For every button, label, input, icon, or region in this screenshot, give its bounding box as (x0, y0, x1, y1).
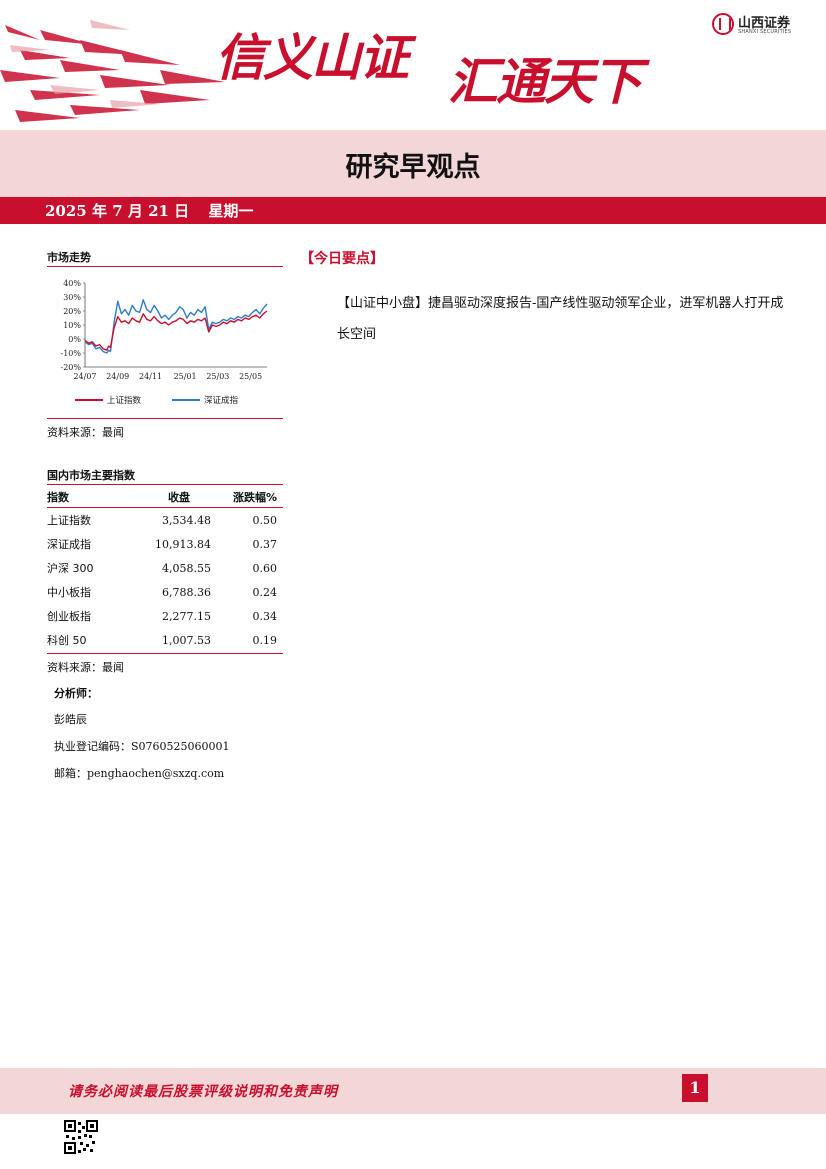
key-point-item[interactable]: 【山证中小盘】捷昌驱动深度报告-国产线性驱动领军企业，进军机器人打开成长空间 (337, 288, 787, 350)
table-row: 中小板指 6,788.36 0.24 (47, 580, 283, 604)
analyst-license: 执业登记编码：S0760525060001 (54, 740, 230, 753)
header-close: 收盘 (168, 491, 190, 504)
index-close: 2,277.15 (162, 609, 211, 623)
report-date: 2025 年 7 月 21 日 (45, 202, 190, 220)
key-points-title: 【今日要点】 (300, 251, 384, 267)
index-change: 0.24 (252, 585, 278, 599)
footer-disclaimer[interactable]: 请务必阅读最后股票评级说明和免责声明 (68, 1081, 338, 1101)
index-change: 0.60 (252, 561, 278, 575)
index-close: 10,913.84 (155, 537, 211, 551)
chart-x-tick-label: 24/07 (73, 372, 96, 381)
index-close: 3,534.48 (162, 513, 211, 527)
table-row: 深证成指 10,913.84 0.37 (47, 532, 283, 556)
index-change: 0.50 (252, 513, 278, 527)
chart-y-tick-label: -10% (61, 349, 82, 358)
index-close: 1,007.53 (162, 633, 211, 647)
chart-legend-label: 上证指数 (107, 395, 142, 406)
divider (47, 418, 283, 419)
date-line: 2025 年 7 月 21 日 星期一 (45, 200, 267, 221)
chart-y-tick-label: 20% (63, 307, 81, 316)
indices-source: 资料来源：最闻 (47, 661, 124, 674)
chart-y-tick-label: 40% (63, 279, 81, 288)
chart-x-tick-label: 25/01 (174, 372, 197, 381)
chart-x-tick-label: 24/11 (139, 372, 162, 381)
divider (47, 484, 283, 485)
index-close: 6,788.36 (162, 585, 211, 599)
index-change: 0.19 (252, 633, 278, 647)
table-row: 上证指数 3,534.48 0.50 (47, 508, 283, 532)
analyst-email[interactable]: 邮箱：penghaochen@sxzq.com (54, 765, 224, 781)
analyst-name: 彭皓辰 (54, 713, 87, 726)
chart-y-tick-label: 10% (63, 321, 81, 330)
chart-y-tick-label: 0% (68, 335, 81, 344)
logo-en-text: SHANXI SECURITIES (738, 29, 792, 35)
header-change: 涨跌幅% (232, 491, 277, 504)
chart-x-tick-label: 24/09 (106, 372, 129, 381)
index-name: 创业板指 (47, 610, 91, 623)
report-weekday: 星期一 (208, 202, 254, 220)
qr-code-icon (64, 1120, 98, 1154)
index-name: 科创 50 (47, 634, 87, 647)
chart-x-tick-label: 25/03 (206, 372, 229, 381)
page-number: 1 (682, 1074, 708, 1102)
report-title: 研究早观点 (345, 152, 481, 183)
divider (47, 653, 283, 654)
chart-y-tick-label: -20% (61, 363, 82, 372)
slogan-part2: 汇通天下 (448, 53, 642, 111)
index-name: 中小板指 (47, 586, 91, 599)
index-close: 4,058.55 (162, 561, 211, 575)
index-change: 0.37 (252, 537, 278, 551)
index-name: 沪深 300 (47, 562, 94, 575)
chart-x-tick-label: 25/05 (239, 372, 262, 381)
index-name: 上证指数 (47, 514, 91, 527)
red-arrows-decoration (0, 20, 225, 122)
indices-table-header: 指数 收盘 涨跌幅% (47, 487, 283, 508)
divider (47, 266, 283, 267)
chart-source: 资料来源：最闻 (47, 426, 124, 439)
indices-title: 国内市场主要指数 (47, 469, 135, 482)
header-index: 指数 (47, 491, 69, 504)
company-logo: 山西证券 SHANXI SECURITIES (712, 12, 812, 38)
table-row: 创业板指 2,277.15 0.34 (47, 604, 283, 628)
table-row: 科创 50 1,007.53 0.19 (47, 628, 283, 652)
analyst-label: 分析师： (54, 687, 98, 700)
index-change: 0.34 (252, 609, 278, 623)
indices-table: 指数 收盘 涨跌幅% 上证指数 3,534.48 0.50 深证成指 10,91… (47, 487, 283, 652)
chart-y-tick-label: 30% (63, 293, 81, 302)
market-trend-title: 市场走势 (47, 251, 91, 264)
market-trend-chart: 40% 30% 20% 10% 0% -10% -20%24/07 24/09 24/11 25/… (61, 279, 268, 406)
index-name: 深证成指 (47, 538, 91, 551)
logo-emblem-icon (712, 13, 734, 35)
slogan-part1: 信义山证 (215, 29, 409, 87)
table-row: 沪深 300 4,058.55 0.60 (47, 556, 283, 580)
header-banner: 信义山证 汇通天下 山西证券 SHANXI SECURITIES (0, 0, 826, 130)
chart-legend-label: 深证成指 (204, 395, 239, 406)
chart-series-line (84, 299, 268, 354)
